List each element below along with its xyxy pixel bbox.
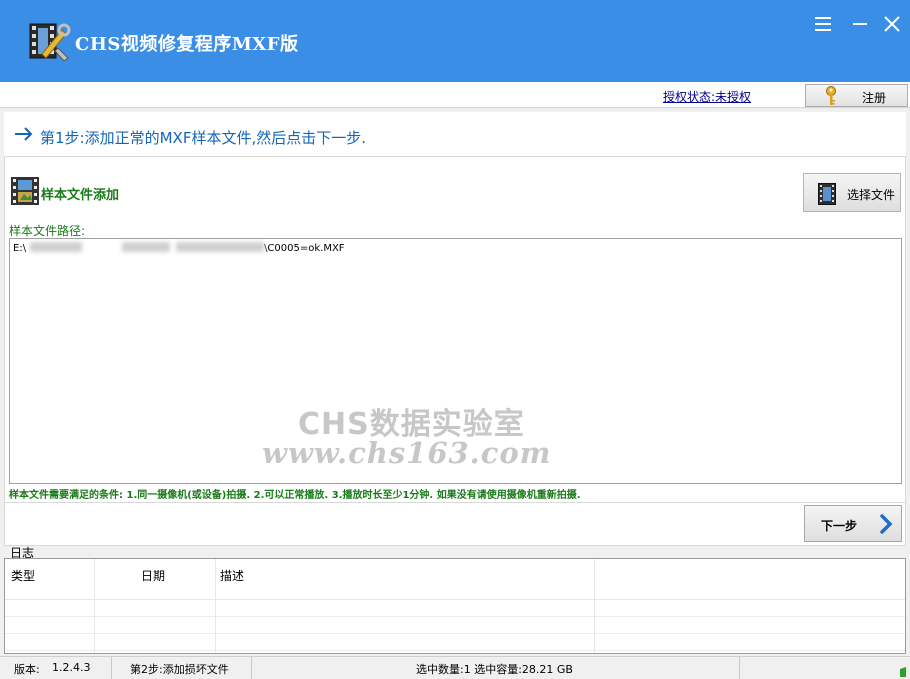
log-header-type: 类型 (11, 569, 36, 583)
log-table[interactable]: 类型 日期 描述 (4, 558, 906, 654)
path-suffix: \C0005=ok.MXF (264, 243, 345, 254)
watermark-url: www.chs163.com (262, 436, 552, 470)
section-title: 样本文件添加 (41, 188, 120, 203)
selection-info: 选中数量:1 选中容量:28.21 GB (416, 663, 573, 676)
log-column-date[interactable]: 日期 (95, 559, 216, 653)
register-label: 注册 (862, 91, 887, 105)
version-value: 1.2.4.3 (52, 661, 91, 674)
next-step-label: 下一步 (821, 519, 858, 533)
path-redacted (26, 241, 265, 252)
status-bar: 版本: 1.2.4.3 第2步:添加损坏文件 选中数量:1 选中容量:28.21… (0, 656, 910, 679)
status-selection: 选中数量:1 选中容量:28.21 GB (252, 657, 740, 679)
next-step-button[interactable]: 下一步 (804, 505, 902, 542)
license-status-link[interactable]: 授权状态:未授权 (663, 88, 751, 105)
next-step-hint: 第2步:添加损坏文件 (130, 663, 229, 676)
app-title: CHS视频修复程序MXF版 (75, 34, 299, 55)
license-bar: 授权状态:未授权 注册 (0, 82, 910, 108)
resize-grip-icon[interactable] (898, 665, 908, 677)
status-version: 版本: 1.2.4.3 (0, 657, 112, 679)
log-column-type[interactable]: 类型 (5, 559, 95, 653)
sample-path-value: E:\ \C0005=ok.MXF (13, 241, 345, 254)
app-logo-icon (29, 23, 71, 62)
path-prefix: E:\ (13, 243, 27, 254)
version-label: 版本: (14, 663, 40, 676)
video-file-icon (818, 183, 836, 205)
sample-conditions: 样本文件需要满足的条件: 1.同一摄像机(或设备)拍摄. 2.可以正常播放. 3… (9, 490, 581, 501)
sample-panel: 样本文件添加 选择文件 样本文件路径: E:\ \C0005=ok.MXF CH… (4, 156, 906, 546)
path-label: 样本文件路径: (9, 224, 86, 238)
next-area: 下一步 (5, 502, 905, 545)
key-icon (826, 86, 836, 105)
title-bar: CHS视频修复程序MXF版 (0, 0, 910, 82)
log-header-date: 日期 (141, 569, 166, 583)
minimize-icon[interactable] (848, 12, 872, 36)
choose-file-label: 选择文件 (847, 188, 896, 202)
choose-file-button[interactable]: 选择文件 (803, 173, 901, 212)
status-next-step: 第2步:添加损坏文件 (112, 657, 252, 679)
log-column-desc[interactable]: 描述 (216, 559, 595, 653)
menu-icon[interactable] (812, 12, 836, 36)
close-icon[interactable] (880, 12, 904, 36)
log-header-desc: 描述 (220, 569, 245, 583)
chevron-right-icon (880, 514, 893, 534)
arrow-right-icon (15, 127, 33, 141)
step-instruction: 第1步:添加正常的MXF样本文件,然后点击下一步. (40, 129, 366, 147)
register-button[interactable]: 注册 (805, 84, 908, 107)
step-header: 第1步:添加正常的MXF样本文件,然后点击下一步. (4, 112, 906, 156)
sample-path-textarea[interactable]: E:\ \C0005=ok.MXF CHS数据实验室 www.chs163.co… (9, 238, 902, 484)
film-edit-icon (11, 177, 39, 205)
